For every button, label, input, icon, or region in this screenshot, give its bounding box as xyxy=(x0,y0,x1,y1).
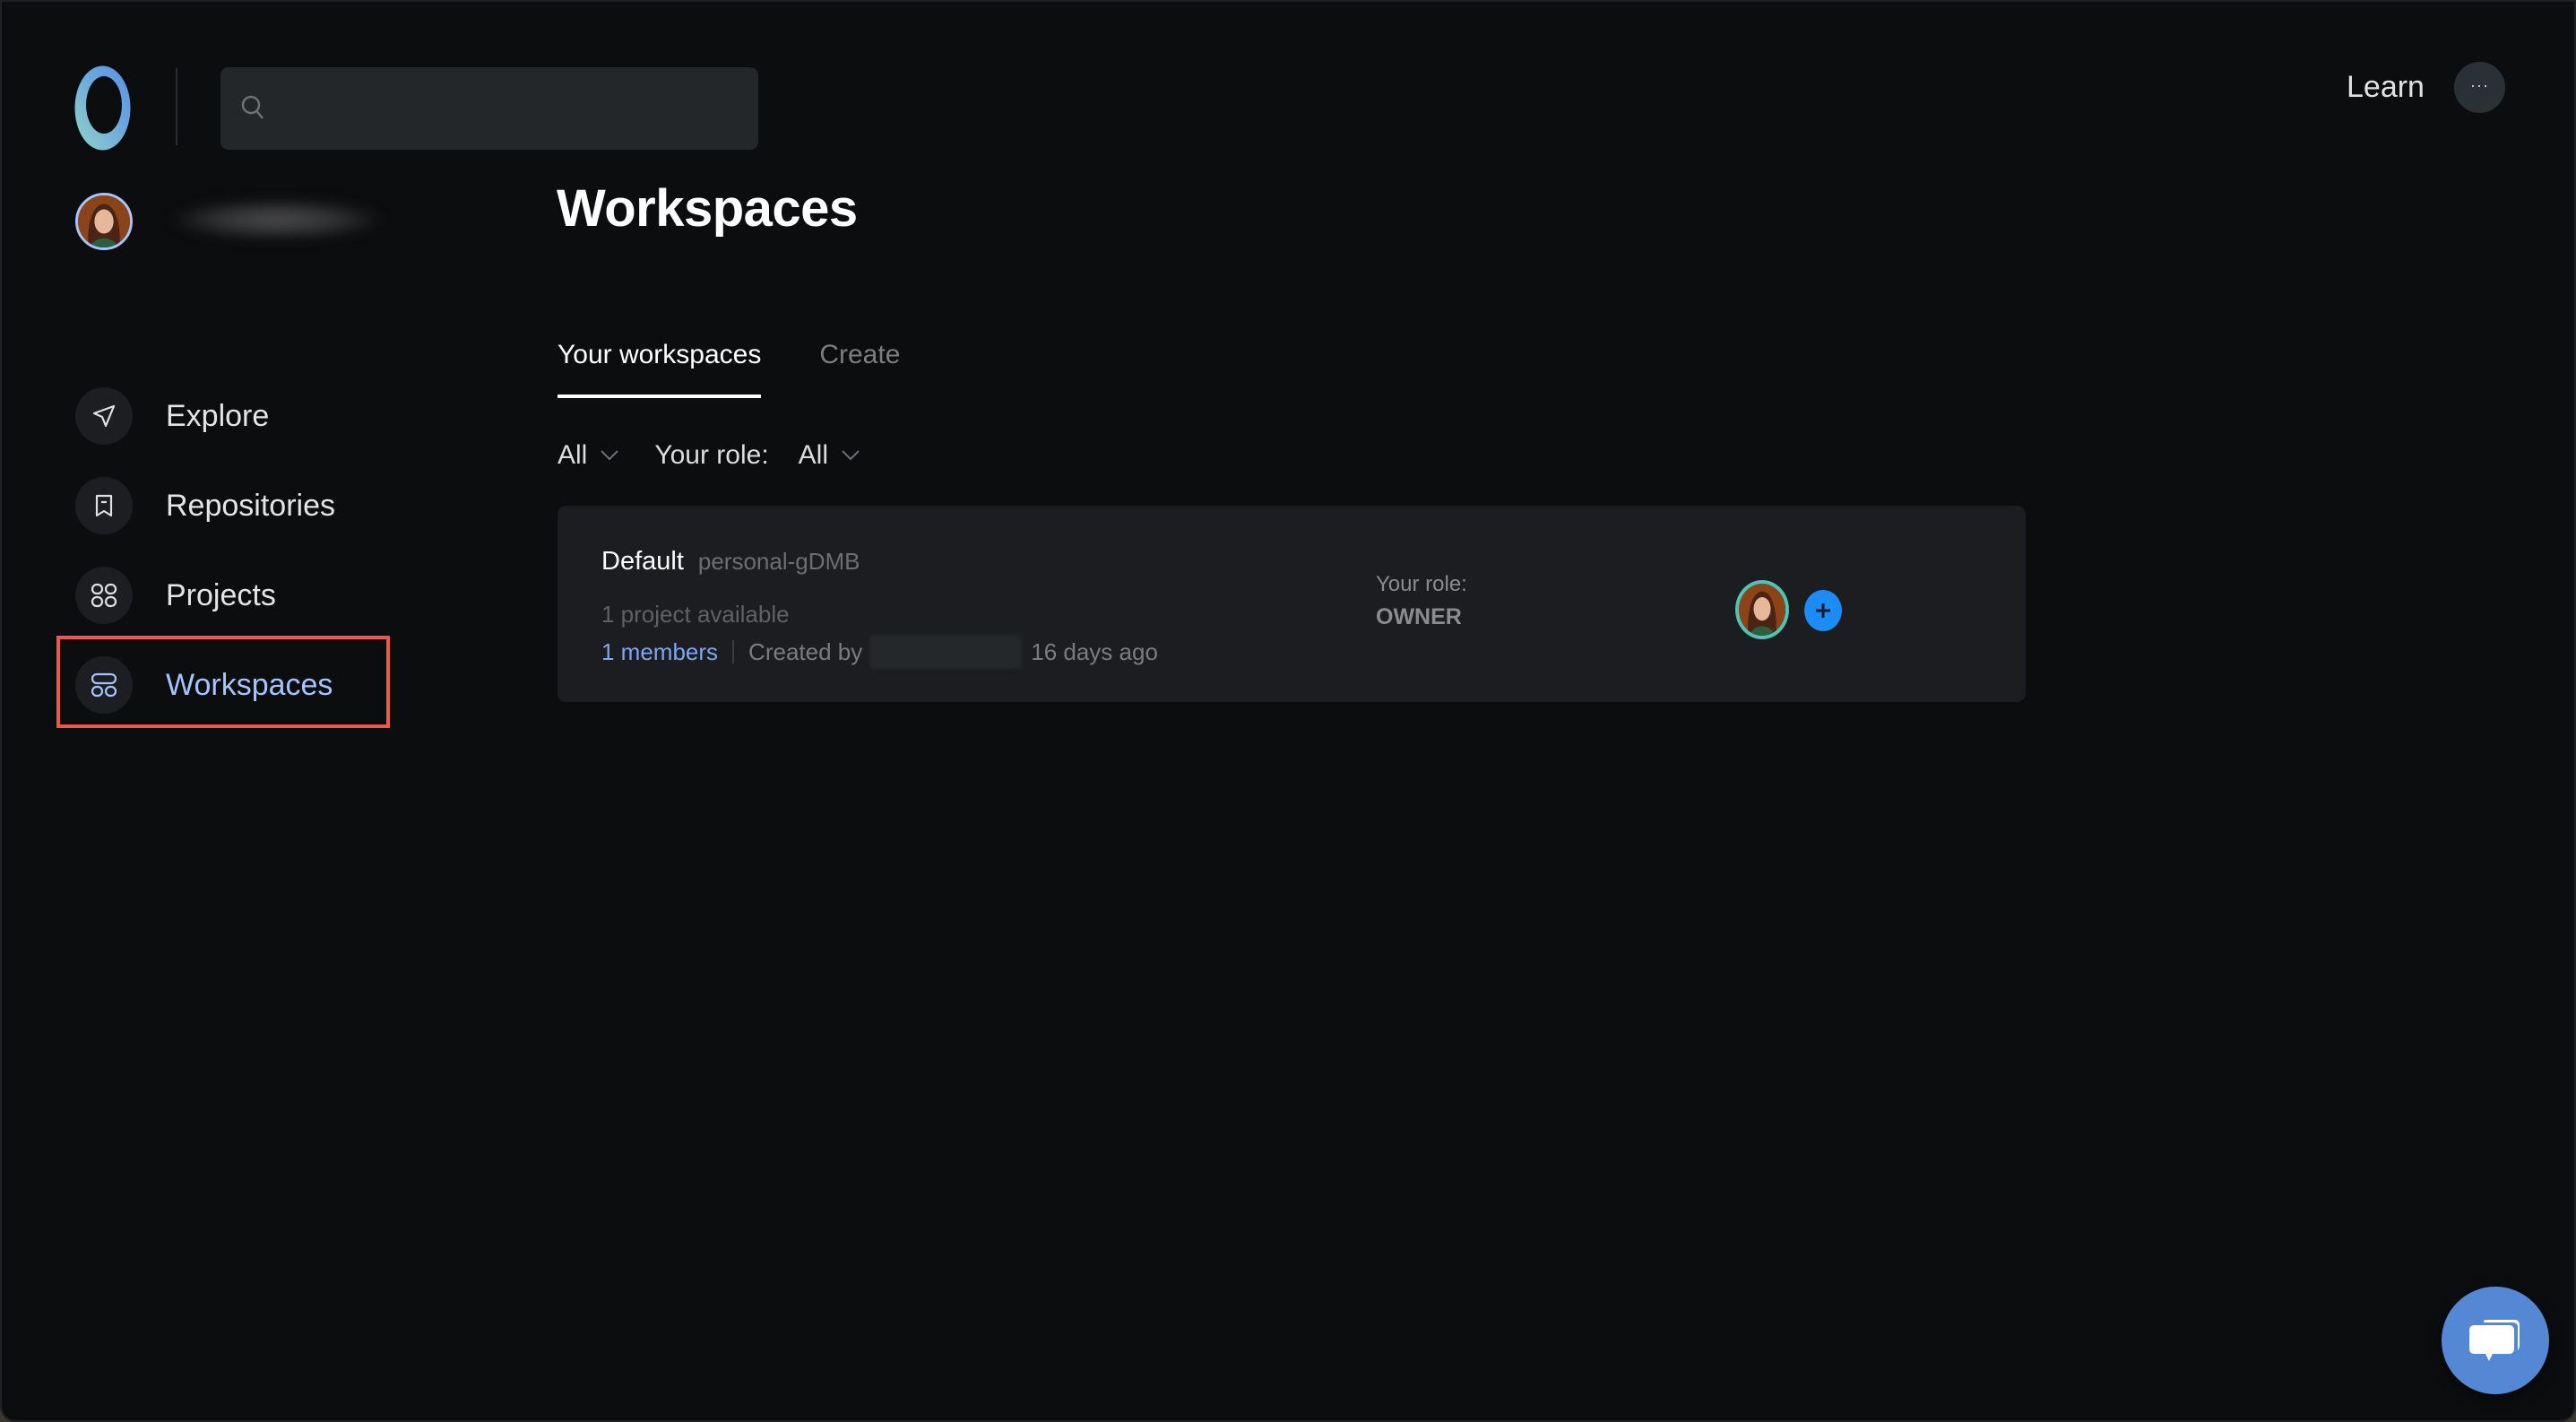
user-avatar[interactable] xyxy=(75,193,133,250)
chevron-down-icon xyxy=(842,450,860,461)
app-window: Learn ··· Explore Repositories Projects … xyxy=(0,0,2576,1422)
chat-support-button[interactable] xyxy=(2442,1287,2549,1394)
workspace-meta: 1 members Created by 16 days ago xyxy=(601,635,1158,669)
more-options-button[interactable]: ··· xyxy=(2454,62,2505,113)
add-member-button[interactable] xyxy=(1804,590,1842,631)
role-filter-dropdown[interactable]: All xyxy=(799,438,860,473)
sidebar-item-label: Repositories xyxy=(166,489,335,523)
user-name-blurred xyxy=(174,200,380,239)
type-filter-dropdown[interactable]: All xyxy=(558,438,619,473)
search-icon xyxy=(241,95,264,119)
bookmark-icon xyxy=(75,477,133,534)
workspace-tabs: Your workspaces Create xyxy=(558,337,900,398)
workspace-card[interactable]: Default personal-gDMB 1 project availabl… xyxy=(558,506,2026,702)
sidebar-item-repositories[interactable]: Repositories xyxy=(75,477,335,534)
workspace-projects-count: 1 project available xyxy=(601,601,790,628)
ring-logo-icon[interactable] xyxy=(74,65,131,151)
created-ago: 16 days ago xyxy=(1031,638,1158,665)
sidebar-item-label: Projects xyxy=(166,578,276,612)
topbar-divider xyxy=(176,68,177,145)
page-title: Workspaces xyxy=(557,179,858,238)
sidebar-item-projects[interactable]: Projects xyxy=(75,567,276,624)
search-input[interactable] xyxy=(267,67,758,150)
role-filter-value: All xyxy=(798,440,828,470)
sidebar-item-workspaces[interactable]: Workspaces xyxy=(75,656,333,714)
sidebar-item-label: Explore xyxy=(166,399,270,433)
sidebar-item-explore[interactable]: Explore xyxy=(75,387,269,445)
chevron-down-icon xyxy=(601,450,619,461)
plus-icon xyxy=(1816,603,1830,618)
user-profile[interactable] xyxy=(75,193,380,250)
workspace-slug: personal-gDMB xyxy=(697,548,860,575)
more-horizontal-icon: ··· xyxy=(2470,75,2489,94)
role-value: OWNER xyxy=(1376,604,1462,629)
member-avatar[interactable] xyxy=(1735,580,1789,639)
type-filter-value: All xyxy=(558,440,588,470)
chat-bubbles-icon xyxy=(2469,1320,2520,1361)
tab-your-workspaces[interactable]: Your workspaces xyxy=(558,337,762,398)
workspace-title-row: Default personal-gDMB xyxy=(601,544,860,578)
members-link[interactable]: 1 members xyxy=(601,637,718,667)
workspaces-icon xyxy=(75,656,133,714)
creator-name-blurred xyxy=(869,635,1023,669)
learn-link[interactable]: Learn xyxy=(2347,67,2425,107)
workspace-role: Your role: OWNER xyxy=(1376,570,1467,633)
sidebar-item-label: Workspaces xyxy=(166,668,333,702)
grid-four-icon xyxy=(75,567,133,624)
role-label: Your role: xyxy=(1376,572,1467,596)
created-by-label: Created by xyxy=(748,638,863,665)
paper-plane-icon xyxy=(75,387,133,445)
workspace-name[interactable]: Default xyxy=(601,544,684,578)
meta-divider xyxy=(732,640,735,663)
tab-create[interactable]: Create xyxy=(819,337,900,398)
filter-bar: All Your role: All xyxy=(558,438,860,473)
search-bar[interactable] xyxy=(220,67,758,150)
role-filter-label: Your role: xyxy=(654,440,769,470)
